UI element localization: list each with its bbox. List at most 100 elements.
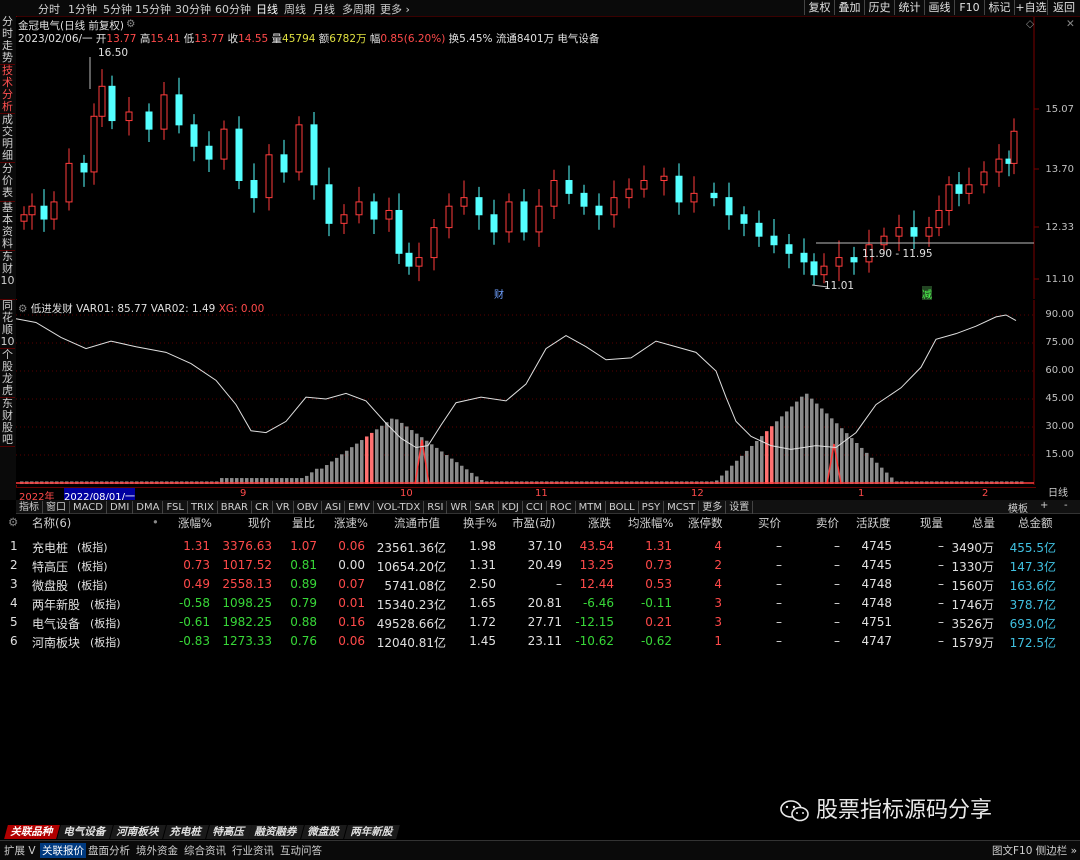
- settings-icon[interactable]: ⚙: [8, 515, 18, 529]
- finance-marker[interactable]: 财: [494, 286, 504, 301]
- settings-icon[interactable]: ⚙: [126, 18, 135, 30]
- table-row[interactable]: 3 微盘股 (板指) 0.49 2558.13 0.89 0.07 5741.08亿 2.50 –…: [0, 575, 1080, 594]
- table-row[interactable]: 6 河南板块 (板指) -0.83 1273.33 0.76 0.06 12040.81亿 1.…: [0, 632, 1080, 651]
- col-speed[interactable]: 涨速%: [334, 515, 368, 531]
- tab-intraday[interactable]: 分时: [38, 1, 60, 17]
- candlestick-chart[interactable]: 金冠电气(日线 前复权) ⚙ 2023/02/06/一 开13.77 高15.4…: [16, 17, 1080, 301]
- qa-tab[interactable]: 互动问答: [280, 843, 322, 858]
- tab-5min[interactable]: 5分钟: [103, 1, 132, 17]
- btab-uhv[interactable]: 特高压: [205, 825, 251, 839]
- table-row[interactable]: 1 充电桩 (板指) 1.31 3376.63 1.07 0.06 23561.36亿 1.98…: [0, 537, 1080, 556]
- itab-psy[interactable]: PSY: [639, 501, 665, 514]
- itab-mcst[interactable]: MCST: [664, 501, 700, 514]
- itab-boll[interactable]: BOLL: [606, 501, 639, 514]
- table-row[interactable]: 5 电气设备 (板指) -0.61 1982.25 0.88 0.16 49528.66亿 1.…: [0, 613, 1080, 632]
- itab-brar[interactable]: BRAR: [218, 501, 252, 514]
- tab-1min[interactable]: 1分钟: [68, 1, 97, 17]
- draw-line-button[interactable]: 画线: [924, 0, 954, 15]
- col-ask[interactable]: 卖价: [816, 515, 839, 531]
- btab-electric[interactable]: 电气设备: [57, 825, 113, 839]
- col-price[interactable]: 现价: [248, 515, 271, 531]
- itab-mtm[interactable]: MTM: [576, 501, 606, 514]
- f10-sidebar-toggle[interactable]: 图文F10 侧边栏 »: [992, 843, 1077, 858]
- tab-multi-period[interactable]: 多周期: [342, 1, 375, 17]
- itab-window[interactable]: 窗口: [43, 501, 70, 514]
- tab-daily[interactable]: 日线: [256, 1, 278, 17]
- itab-roc[interactable]: ROC: [547, 501, 576, 514]
- stats-button[interactable]: 统计: [894, 0, 924, 15]
- itab-trix[interactable]: TRIX: [188, 501, 218, 514]
- col-active[interactable]: 活跃度: [856, 515, 891, 531]
- overlay-button[interactable]: 叠加: [834, 0, 864, 15]
- remove-indicator-button[interactable]: -: [1064, 500, 1068, 511]
- itab-emv[interactable]: EMV: [345, 501, 374, 514]
- itab-cci[interactable]: CCI: [523, 501, 547, 514]
- tab-more[interactable]: 更多 ›: [380, 1, 410, 17]
- itab-dmi[interactable]: DMI: [107, 501, 134, 514]
- itab-fsl[interactable]: FSL: [163, 501, 188, 514]
- btab-microcap[interactable]: 微盘股: [301, 825, 347, 839]
- vtab-ths10[interactable]: 同花顺10: [0, 300, 15, 349]
- btab-charging[interactable]: 充电桩: [163, 825, 209, 839]
- itab-obv[interactable]: OBV: [294, 501, 322, 514]
- news-tab[interactable]: 综合资讯: [184, 843, 226, 858]
- add-indicator-button[interactable]: +: [1040, 500, 1048, 511]
- col-cur-vol[interactable]: 现量: [920, 515, 943, 531]
- itab-indicator[interactable]: 指标: [16, 501, 43, 514]
- foreign-fund-tab[interactable]: 境外资金: [136, 843, 178, 858]
- reduce-marker[interactable]: 减: [922, 286, 932, 301]
- itab-sar[interactable]: SAR: [471, 501, 499, 514]
- tab-60min[interactable]: 60分钟: [215, 1, 251, 17]
- tab-30min[interactable]: 30分钟: [175, 1, 211, 17]
- industry-news-tab[interactable]: 行业资讯: [232, 843, 274, 858]
- col-pe[interactable]: 市盈(动): [512, 515, 555, 531]
- tab-15min[interactable]: 15分钟: [135, 1, 171, 17]
- itab-kdj[interactable]: KDJ: [499, 501, 523, 514]
- col-diff[interactable]: 涨跌: [588, 515, 611, 531]
- col-name[interactable]: 名称(6): [32, 515, 71, 531]
- itab-vr[interactable]: VR: [273, 501, 294, 514]
- col-total-amt[interactable]: 总金额: [1018, 515, 1053, 531]
- btab-new-stocks[interactable]: 两年新股: [343, 825, 400, 839]
- chart-close-icon[interactable]: ✕: [1066, 18, 1075, 30]
- vtab-dragon-tiger[interactable]: 个股龙虎: [0, 349, 15, 398]
- table-row[interactable]: 4 两年新股 (板指) -0.58 1098.25 0.79 0.01 15340.23亿 1.…: [0, 594, 1080, 613]
- vtab-price-table[interactable]: 分价表: [0, 163, 15, 202]
- col-chg[interactable]: 涨幅%: [178, 515, 212, 531]
- line-type-label[interactable]: 日线: [1036, 487, 1080, 500]
- itab-asi[interactable]: ASI: [322, 501, 346, 514]
- itab-more[interactable]: 更多: [699, 501, 727, 514]
- col-limit[interactable]: 涨停数: [688, 515, 723, 531]
- tab-weekly[interactable]: 周线: [284, 1, 306, 17]
- expand-button[interactable]: 扩展 V: [4, 843, 36, 858]
- vtab-technical[interactable]: 技术分析: [0, 65, 15, 114]
- table-row[interactable]: 2 特高压 (板指) 0.73 1017.52 0.81 0.00 10654.20亿 1.31…: [0, 556, 1080, 575]
- btab-related[interactable]: 关联品种: [4, 825, 60, 839]
- itab-cr[interactable]: CR: [252, 501, 273, 514]
- itab-rsi[interactable]: RSI: [424, 501, 448, 514]
- itab-macd[interactable]: MACD: [70, 501, 107, 514]
- vtab-eastmoney10[interactable]: 东财10: [0, 251, 15, 300]
- vtab-guba[interactable]: 东财股吧: [0, 398, 15, 447]
- indicator-chart[interactable]: ⚙ 低进发财 VAR01: 85.77 VAR02: 1.49 XG: 0.00…: [16, 300, 1080, 485]
- itab-dma[interactable]: DMA: [133, 501, 164, 514]
- itab-wr[interactable]: WR: [447, 501, 472, 514]
- template-button[interactable]: 模板: [1008, 500, 1028, 515]
- col-total-vol[interactable]: 总量: [972, 515, 995, 531]
- itab-settings[interactable]: 设置: [726, 501, 754, 514]
- col-avg[interactable]: 均涨幅%: [628, 515, 673, 531]
- adjust-button[interactable]: 复权: [804, 0, 834, 15]
- col-turnover[interactable]: 换手%: [463, 515, 497, 531]
- vtab-profile[interactable]: 基本资料: [0, 202, 15, 251]
- itab-vol-tdx[interactable]: VOL-TDX: [374, 501, 425, 514]
- chart-options-icon[interactable]: ◇: [1026, 18, 1034, 30]
- back-button[interactable]: 返回: [1047, 0, 1080, 15]
- col-vr[interactable]: 量比: [292, 515, 315, 531]
- history-button[interactable]: 历史: [864, 0, 894, 15]
- tab-monthly[interactable]: 月线: [313, 1, 335, 17]
- market-analysis-tab[interactable]: 盘面分析: [88, 843, 130, 858]
- mark-button[interactable]: 标记: [984, 0, 1014, 15]
- f10-button[interactable]: F10: [954, 0, 984, 15]
- vtab-trade-detail[interactable]: 成交明细: [0, 114, 15, 163]
- related-quote-tab[interactable]: 关联报价: [40, 843, 86, 858]
